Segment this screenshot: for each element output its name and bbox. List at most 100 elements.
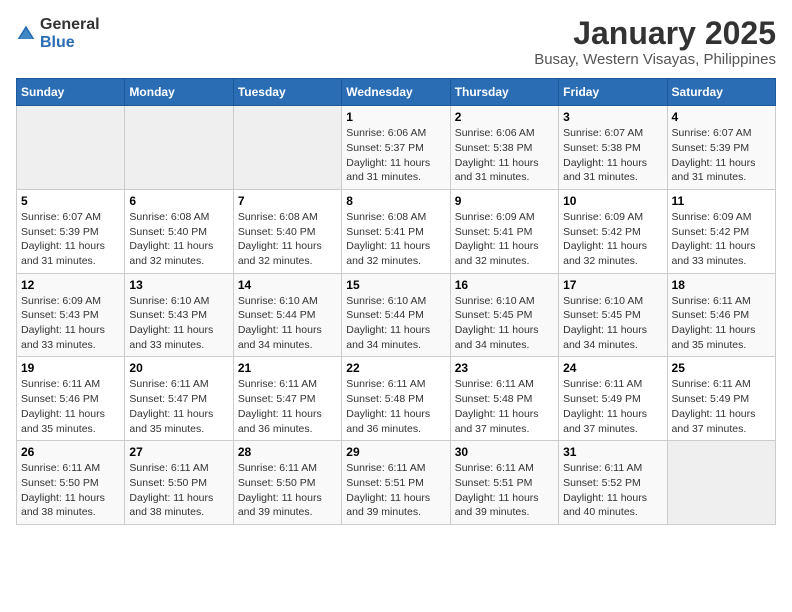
calendar-cell-2-6: 18 Sunrise: 6:11 AMSunset: 5:46 PMDaylig… bbox=[667, 273, 775, 357]
day-number: 9 bbox=[455, 194, 554, 208]
day-info: Sunrise: 6:08 AMSunset: 5:40 PMDaylight:… bbox=[129, 211, 213, 267]
day-number: 28 bbox=[238, 445, 337, 459]
day-number: 24 bbox=[563, 361, 662, 375]
day-number: 6 bbox=[129, 194, 228, 208]
logo-blue-text: Blue bbox=[40, 34, 100, 52]
day-info: Sunrise: 6:11 AMSunset: 5:47 PMDaylight:… bbox=[238, 378, 322, 434]
calendar-cell-3-4: 23 Sunrise: 6:11 AMSunset: 5:48 PMDaylig… bbox=[450, 357, 558, 441]
day-info: Sunrise: 6:11 AMSunset: 5:48 PMDaylight:… bbox=[346, 378, 430, 434]
day-number: 21 bbox=[238, 361, 337, 375]
header-row: Sunday Monday Tuesday Wednesday Thursday… bbox=[17, 79, 776, 106]
page-subtitle: Busay, Western Visayas, Philippines bbox=[534, 51, 776, 68]
day-info: Sunrise: 6:06 AMSunset: 5:37 PMDaylight:… bbox=[346, 127, 430, 183]
day-number: 5 bbox=[21, 194, 120, 208]
day-number: 16 bbox=[455, 278, 554, 292]
day-info: Sunrise: 6:07 AMSunset: 5:39 PMDaylight:… bbox=[21, 211, 105, 267]
day-info: Sunrise: 6:10 AMSunset: 5:43 PMDaylight:… bbox=[129, 295, 213, 351]
calendar-cell-4-0: 26 Sunrise: 6:11 AMSunset: 5:50 PMDaylig… bbox=[17, 441, 125, 525]
day-number: 18 bbox=[672, 278, 771, 292]
page-title: January 2025 bbox=[534, 16, 776, 51]
day-number: 10 bbox=[563, 194, 662, 208]
day-number: 22 bbox=[346, 361, 445, 375]
day-info: Sunrise: 6:07 AMSunset: 5:38 PMDaylight:… bbox=[563, 127, 647, 183]
header-monday: Monday bbox=[125, 79, 233, 106]
day-info: Sunrise: 6:09 AMSunset: 5:41 PMDaylight:… bbox=[455, 211, 539, 267]
calendar-cell-4-6 bbox=[667, 441, 775, 525]
calendar-cell-1-5: 10 Sunrise: 6:09 AMSunset: 5:42 PMDaylig… bbox=[559, 189, 667, 273]
day-info: Sunrise: 6:06 AMSunset: 5:38 PMDaylight:… bbox=[455, 127, 539, 183]
calendar-week-0: 1 Sunrise: 6:06 AMSunset: 5:37 PMDayligh… bbox=[17, 106, 776, 190]
day-info: Sunrise: 6:08 AMSunset: 5:40 PMDaylight:… bbox=[238, 211, 322, 267]
day-info: Sunrise: 6:11 AMSunset: 5:50 PMDaylight:… bbox=[21, 462, 105, 518]
calendar-cell-0-2 bbox=[233, 106, 341, 190]
calendar-cell-1-4: 9 Sunrise: 6:09 AMSunset: 5:41 PMDayligh… bbox=[450, 189, 558, 273]
calendar-cell-3-5: 24 Sunrise: 6:11 AMSunset: 5:49 PMDaylig… bbox=[559, 357, 667, 441]
calendar-cell-0-4: 2 Sunrise: 6:06 AMSunset: 5:38 PMDayligh… bbox=[450, 106, 558, 190]
day-number: 27 bbox=[129, 445, 228, 459]
day-info: Sunrise: 6:11 AMSunset: 5:52 PMDaylight:… bbox=[563, 462, 647, 518]
calendar-cell-1-1: 6 Sunrise: 6:08 AMSunset: 5:40 PMDayligh… bbox=[125, 189, 233, 273]
day-number: 8 bbox=[346, 194, 445, 208]
calendar-cell-3-1: 20 Sunrise: 6:11 AMSunset: 5:47 PMDaylig… bbox=[125, 357, 233, 441]
day-info: Sunrise: 6:10 AMSunset: 5:45 PMDaylight:… bbox=[455, 295, 539, 351]
header-thursday: Thursday bbox=[450, 79, 558, 106]
title-block: January 2025 Busay, Western Visayas, Phi… bbox=[534, 16, 776, 68]
day-number: 15 bbox=[346, 278, 445, 292]
day-info: Sunrise: 6:11 AMSunset: 5:46 PMDaylight:… bbox=[21, 378, 105, 434]
calendar-cell-1-6: 11 Sunrise: 6:09 AMSunset: 5:42 PMDaylig… bbox=[667, 189, 775, 273]
day-number: 13 bbox=[129, 278, 228, 292]
day-info: Sunrise: 6:10 AMSunset: 5:44 PMDaylight:… bbox=[346, 295, 430, 351]
day-info: Sunrise: 6:10 AMSunset: 5:44 PMDaylight:… bbox=[238, 295, 322, 351]
calendar-cell-3-3: 22 Sunrise: 6:11 AMSunset: 5:48 PMDaylig… bbox=[342, 357, 450, 441]
day-number: 30 bbox=[455, 445, 554, 459]
calendar-week-4: 26 Sunrise: 6:11 AMSunset: 5:50 PMDaylig… bbox=[17, 441, 776, 525]
day-info: Sunrise: 6:11 AMSunset: 5:49 PMDaylight:… bbox=[563, 378, 647, 434]
calendar-cell-0-3: 1 Sunrise: 6:06 AMSunset: 5:37 PMDayligh… bbox=[342, 106, 450, 190]
logo: General Blue bbox=[16, 16, 100, 51]
day-info: Sunrise: 6:11 AMSunset: 5:50 PMDaylight:… bbox=[129, 462, 213, 518]
day-number: 3 bbox=[563, 110, 662, 124]
calendar-cell-1-3: 8 Sunrise: 6:08 AMSunset: 5:41 PMDayligh… bbox=[342, 189, 450, 273]
day-info: Sunrise: 6:07 AMSunset: 5:39 PMDaylight:… bbox=[672, 127, 756, 183]
day-info: Sunrise: 6:11 AMSunset: 5:48 PMDaylight:… bbox=[455, 378, 539, 434]
calendar-cell-4-1: 27 Sunrise: 6:11 AMSunset: 5:50 PMDaylig… bbox=[125, 441, 233, 525]
day-number: 23 bbox=[455, 361, 554, 375]
calendar-table: Sunday Monday Tuesday Wednesday Thursday… bbox=[16, 78, 776, 525]
day-info: Sunrise: 6:11 AMSunset: 5:47 PMDaylight:… bbox=[129, 378, 213, 434]
calendar-cell-1-2: 7 Sunrise: 6:08 AMSunset: 5:40 PMDayligh… bbox=[233, 189, 341, 273]
day-info: Sunrise: 6:09 AMSunset: 5:42 PMDaylight:… bbox=[563, 211, 647, 267]
calendar-cell-3-6: 25 Sunrise: 6:11 AMSunset: 5:49 PMDaylig… bbox=[667, 357, 775, 441]
calendar-cell-2-1: 13 Sunrise: 6:10 AMSunset: 5:43 PMDaylig… bbox=[125, 273, 233, 357]
day-info: Sunrise: 6:09 AMSunset: 5:42 PMDaylight:… bbox=[672, 211, 756, 267]
day-info: Sunrise: 6:09 AMSunset: 5:43 PMDaylight:… bbox=[21, 295, 105, 351]
day-info: Sunrise: 6:11 AMSunset: 5:51 PMDaylight:… bbox=[346, 462, 430, 518]
day-number: 19 bbox=[21, 361, 120, 375]
day-number: 11 bbox=[672, 194, 771, 208]
calendar-header: Sunday Monday Tuesday Wednesday Thursday… bbox=[17, 79, 776, 106]
logo-text: General Blue bbox=[40, 16, 100, 51]
calendar-week-1: 5 Sunrise: 6:07 AMSunset: 5:39 PMDayligh… bbox=[17, 189, 776, 273]
calendar-cell-4-3: 29 Sunrise: 6:11 AMSunset: 5:51 PMDaylig… bbox=[342, 441, 450, 525]
calendar-cell-0-0 bbox=[17, 106, 125, 190]
day-number: 17 bbox=[563, 278, 662, 292]
calendar-cell-2-2: 14 Sunrise: 6:10 AMSunset: 5:44 PMDaylig… bbox=[233, 273, 341, 357]
calendar-cell-2-0: 12 Sunrise: 6:09 AMSunset: 5:43 PMDaylig… bbox=[17, 273, 125, 357]
header-tuesday: Tuesday bbox=[233, 79, 341, 106]
day-number: 2 bbox=[455, 110, 554, 124]
day-number: 26 bbox=[21, 445, 120, 459]
day-number: 12 bbox=[21, 278, 120, 292]
calendar-cell-4-2: 28 Sunrise: 6:11 AMSunset: 5:50 PMDaylig… bbox=[233, 441, 341, 525]
calendar-week-2: 12 Sunrise: 6:09 AMSunset: 5:43 PMDaylig… bbox=[17, 273, 776, 357]
day-info: Sunrise: 6:11 AMSunset: 5:51 PMDaylight:… bbox=[455, 462, 539, 518]
calendar-cell-1-0: 5 Sunrise: 6:07 AMSunset: 5:39 PMDayligh… bbox=[17, 189, 125, 273]
header-saturday: Saturday bbox=[667, 79, 775, 106]
calendar-cell-2-3: 15 Sunrise: 6:10 AMSunset: 5:44 PMDaylig… bbox=[342, 273, 450, 357]
day-number: 14 bbox=[238, 278, 337, 292]
calendar-cell-3-2: 21 Sunrise: 6:11 AMSunset: 5:47 PMDaylig… bbox=[233, 357, 341, 441]
calendar-cell-0-5: 3 Sunrise: 6:07 AMSunset: 5:38 PMDayligh… bbox=[559, 106, 667, 190]
day-number: 29 bbox=[346, 445, 445, 459]
calendar-cell-4-5: 31 Sunrise: 6:11 AMSunset: 5:52 PMDaylig… bbox=[559, 441, 667, 525]
day-number: 7 bbox=[238, 194, 337, 208]
calendar-cell-3-0: 19 Sunrise: 6:11 AMSunset: 5:46 PMDaylig… bbox=[17, 357, 125, 441]
calendar-body: 1 Sunrise: 6:06 AMSunset: 5:37 PMDayligh… bbox=[17, 106, 776, 525]
